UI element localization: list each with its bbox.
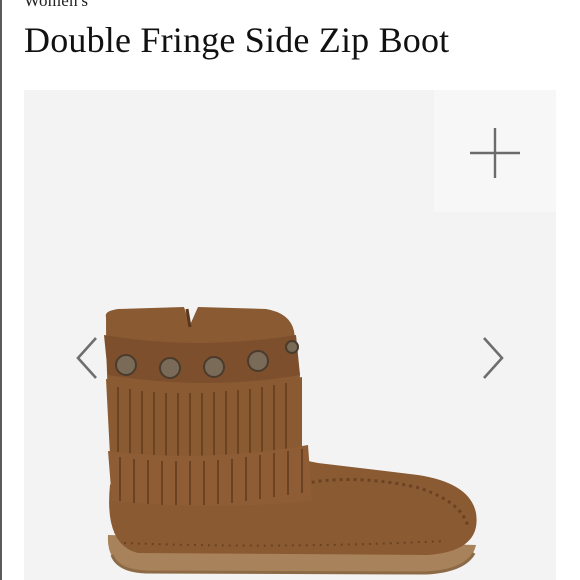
- chevron-right-icon: [483, 337, 504, 379]
- product-image-gallery[interactable]: [24, 90, 556, 580]
- window-edge: [0, 0, 2, 580]
- product-title: Double Fringe Side Zip Boot: [24, 20, 450, 60]
- product-category: Women's: [24, 0, 89, 10]
- boot-product-image: [104, 307, 477, 575]
- chevron-left-icon: [76, 337, 97, 379]
- previous-image-button[interactable]: [74, 336, 100, 380]
- zoom-button[interactable]: [469, 127, 521, 179]
- next-image-button[interactable]: [480, 336, 506, 380]
- plus-icon: [470, 128, 520, 178]
